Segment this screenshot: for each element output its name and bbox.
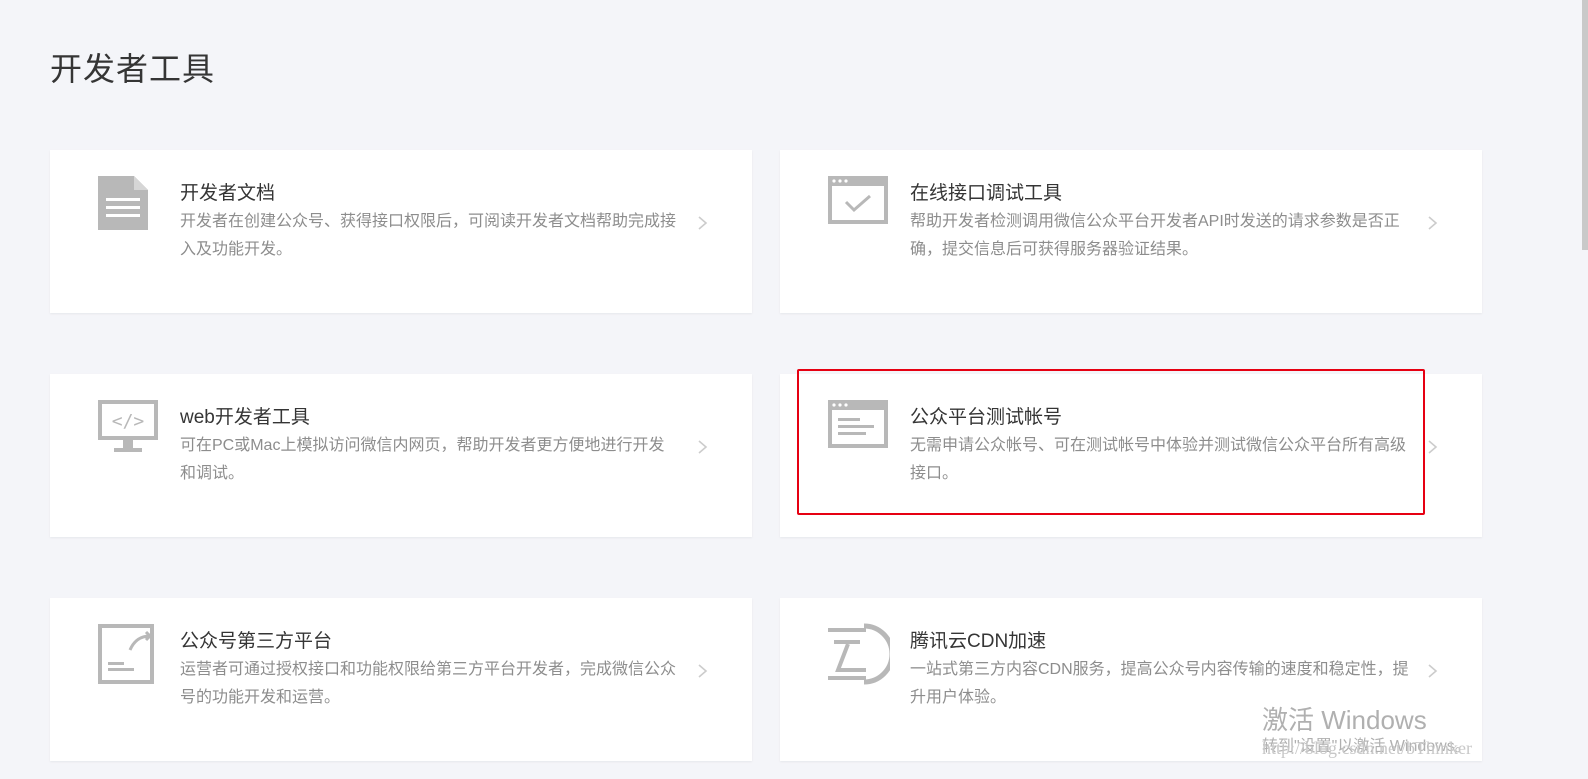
card-description: 无需申请公众帐号、可在测试帐号中体验并测试微信公众平台所有高级接口。 xyxy=(910,437,1407,482)
card-test-account[interactable]: 公众平台测试帐号 无需申请公众帐号、可在测试帐号中体验并测试微信公众平台所有高级… xyxy=(780,374,1482,537)
document-icon xyxy=(98,176,148,230)
card-third-party-platform[interactable]: 公众号第三方平台 运营者可通过授权接口和功能权限给第三方平台开发者，完成微信公众… xyxy=(50,598,752,761)
svg-text:</>: </> xyxy=(112,411,145,432)
chevron-right-icon xyxy=(1428,216,1438,230)
scrollbar[interactable] xyxy=(1582,0,1588,250)
card-description: 帮助开发者检测调用微信公众平台开发者API时发送的请求参数是否正确，提交信息后可… xyxy=(910,213,1400,258)
chevron-right-icon xyxy=(698,664,708,678)
chevron-right-icon xyxy=(1428,664,1438,678)
card-title: 在线接口调试工具 xyxy=(910,183,1063,204)
blog-url-watermark: http://blog.csdn.net/bThinker xyxy=(1262,738,1472,758)
document-share-icon xyxy=(98,624,154,684)
browser-check-icon xyxy=(828,176,888,224)
chevron-right-icon xyxy=(698,440,708,454)
card-title: web开发者工具 xyxy=(180,407,310,428)
card-title: 开发者文档 xyxy=(180,183,276,204)
card-web-devtools[interactable]: </> web开发者工具 可在PC或Mac上模拟访问微信内网页，帮助开发者更方便… xyxy=(50,374,752,537)
card-description: 运营者可通过授权接口和功能权限给第三方平台开发者，完成微信公众号的功能开发和运营… xyxy=(180,661,677,706)
card-title: 公众号第三方平台 xyxy=(180,631,333,652)
monitor-code-icon: </> xyxy=(98,400,158,452)
chevron-right-icon xyxy=(698,216,708,230)
page-title: 开发者工具 xyxy=(50,51,216,87)
card-description: 开发者在创建公众号、获得接口权限后，可阅读开发者文档帮助完成接入及功能开发。 xyxy=(180,213,677,258)
card-title: 公众平台测试帐号 xyxy=(910,407,1063,428)
browser-window-icon xyxy=(828,400,888,448)
card-description: 可在PC或Mac上模拟访问微信内网页，帮助开发者更方便地进行开发和调试。 xyxy=(180,437,665,482)
card-title: 腾讯云CDN加速 xyxy=(910,631,1047,652)
card-online-api-debug[interactable]: 在线接口调试工具 帮助开发者检测调用微信公众平台开发者API时发送的请求参数是否… xyxy=(780,150,1482,313)
cloud-logo-icon xyxy=(828,623,890,685)
card-developer-docs[interactable]: 开发者文档 开发者在创建公众号、获得接口权限后，可阅读开发者文档帮助完成接入及功… xyxy=(50,150,752,313)
chevron-right-icon xyxy=(1428,440,1438,454)
